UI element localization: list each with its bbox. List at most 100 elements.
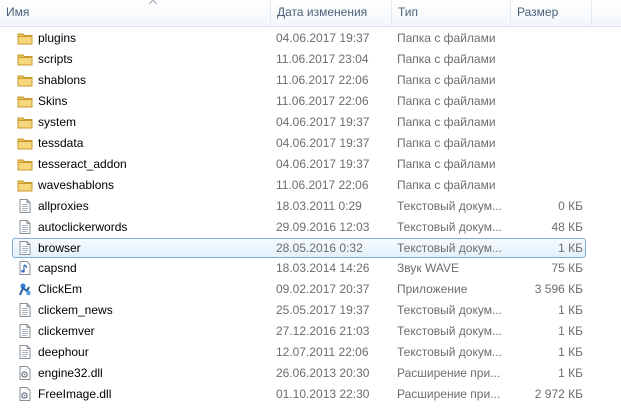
file-date-modified: 12.07.2011 22:06 <box>276 345 369 359</box>
file-name: FreeImage.dll <box>38 387 112 401</box>
folder-icon <box>17 138 33 150</box>
file-date-modified: 11.06.2017 23:04 <box>276 52 369 66</box>
column-header-size[interactable]: Размер <box>511 0 591 26</box>
text-file-icon <box>19 303 31 317</box>
file-date-modified: 26.06.2013 20:30 <box>276 366 370 380</box>
file-type: Текстовый докум... <box>397 324 502 338</box>
file-size: 1 КБ <box>558 345 583 359</box>
file-size: 1 КБ <box>558 324 583 338</box>
file-row[interactable]: clickem_news 25.05.2017 19:37 Текстовый до… <box>12 300 586 320</box>
file-name: Skins <box>38 94 68 108</box>
file-size: 48 КБ <box>551 220 583 234</box>
file-date-modified: 18.03.2011 0:29 <box>276 199 362 213</box>
file-size: 1 КБ <box>558 241 583 255</box>
file-type: Папка с файлами <box>397 31 496 45</box>
file-type: Текстовый докум... <box>397 345 502 359</box>
file-type: Папка с файлами <box>397 52 496 66</box>
file-type: Текстовый докум... <box>397 303 502 317</box>
folder-icon <box>17 180 33 192</box>
file-date-modified: 11.06.2017 22:06 <box>276 73 369 87</box>
text-file-icon <box>19 220 31 234</box>
file-type: Расширение при... <box>397 366 501 380</box>
file-date-modified: 01.10.2013 22:30 <box>276 387 370 401</box>
file-row[interactable]: system 04.06.2017 19:37 Папка с файлами <box>12 112 586 132</box>
file-type: Текстовый докум... <box>397 199 502 213</box>
file-row[interactable]: capsnd 18.03.2014 14:26 Звук WAVE 75 КБ <box>12 258 586 278</box>
folder-icon <box>17 117 33 129</box>
folder-icon <box>17 33 33 45</box>
file-size: 0 КБ <box>558 199 583 213</box>
file-row[interactable]: engine32.dll 26.06.2013 20:30 Расширение п… <box>12 363 586 383</box>
folder-icon <box>17 75 33 87</box>
file-date-modified: 11.06.2017 22:06 <box>276 94 369 108</box>
file-date-modified: 18.03.2014 14:26 <box>276 261 370 275</box>
column-divider[interactable] <box>591 0 592 26</box>
file-row[interactable]: tessdata 04.06.2017 19:37 Папка с файлами <box>12 133 586 153</box>
file-date-modified: 27.12.2016 21:03 <box>276 324 370 338</box>
file-type: Текстовый докум... <box>397 241 502 255</box>
sort-ascending-icon <box>148 0 158 5</box>
text-file-icon <box>19 199 31 213</box>
folder-icon <box>17 54 33 66</box>
file-row[interactable]: scripts 11.06.2017 23:04 Папка с файлами <box>12 49 586 69</box>
file-row[interactable]: ClickEm 09.02.2017 20:37 Приложение 3 596 К… <box>12 279 586 299</box>
file-row[interactable]: browser 28.05.2016 0:32 Текстовый докум...… <box>12 238 586 258</box>
file-row[interactable]: autoclickerwords 29.09.2016 12:03 Текстовы… <box>12 217 586 237</box>
file-type: Текстовый докум... <box>397 220 502 234</box>
text-file-icon <box>19 345 31 359</box>
file-type: Папка с файлами <box>397 94 496 108</box>
column-header: Имя Дата изменения Тип Размер <box>0 0 621 27</box>
file-size: 3 596 КБ <box>534 282 583 296</box>
file-date-modified: 25.05.2017 19:37 <box>276 303 370 317</box>
file-name: ClickEm <box>38 282 82 296</box>
file-date-modified: 04.06.2017 19:37 <box>276 136 370 150</box>
audio-file-icon <box>19 261 31 275</box>
column-header-name[interactable]: Имя <box>0 0 270 26</box>
file-row[interactable]: clickemver 27.12.2016 21:03 Текстовый доку… <box>12 321 586 341</box>
column-header-date[interactable]: Дата изменения <box>271 0 391 26</box>
file-name: engine32.dll <box>38 366 103 380</box>
file-date-modified: 11.06.2017 22:06 <box>276 178 369 192</box>
file-row[interactable]: shablons 11.06.2017 22:06 Папка с файлами <box>12 70 586 90</box>
file-type: Папка с файлами <box>397 136 496 150</box>
file-row[interactable]: Skins 11.06.2017 22:06 Папка с файлами <box>12 91 586 111</box>
file-name: clickem_news <box>38 303 113 317</box>
file-size: 2 972 КБ <box>534 387 583 401</box>
file-name: allproxies <box>38 199 89 213</box>
file-row[interactable]: plugins 04.06.2017 19:37 Папка с файлами <box>12 28 586 48</box>
dll-file-icon <box>19 387 31 401</box>
file-name: system <box>38 115 77 129</box>
file-type: Папка с файлами <box>397 178 496 192</box>
app-icon <box>19 283 31 296</box>
file-date-modified: 04.06.2017 19:37 <box>276 157 370 171</box>
file-name: capsnd <box>38 261 77 275</box>
text-file-icon <box>19 324 31 338</box>
file-date-modified: 28.05.2016 0:32 <box>276 241 363 255</box>
column-header-type[interactable]: Тип <box>392 0 510 26</box>
file-row[interactable]: allproxies 18.03.2011 0:29 Текстовый докум… <box>12 196 586 216</box>
file-type: Приложение <box>397 282 468 296</box>
file-name: shablons <box>38 73 87 87</box>
file-name: autoclickerwords <box>38 220 128 234</box>
file-type: Папка с файлами <box>397 73 496 87</box>
folder-icon <box>17 96 33 108</box>
file-name: tesseract_addon <box>38 157 127 171</box>
file-row[interactable]: deephour 12.07.2011 22:06 Текстовый докум.… <box>12 342 586 362</box>
file-size: 75 КБ <box>551 261 583 275</box>
file-size: 1 КБ <box>558 366 583 380</box>
file-date-modified: 04.06.2017 19:37 <box>276 31 370 45</box>
file-row[interactable]: waveshablons 11.06.2017 22:06 Папка с файл… <box>12 175 586 195</box>
file-row[interactable]: FreeImage.dll 01.10.2013 22:30 Расширение … <box>12 384 586 404</box>
file-name: waveshablons <box>38 178 115 192</box>
file-type: Папка с файлами <box>397 115 496 129</box>
file-name: plugins <box>38 31 77 45</box>
file-row[interactable]: tesseract_addon 04.06.2017 19:37 Папка с ф… <box>12 154 586 174</box>
file-type: Расширение при... <box>397 387 501 401</box>
file-date-modified: 09.02.2017 20:37 <box>276 282 370 296</box>
dll-file-icon <box>19 366 31 380</box>
file-date-modified: 04.06.2017 19:37 <box>276 115 370 129</box>
text-file-icon <box>19 241 31 255</box>
file-name: browser <box>38 241 81 255</box>
file-type: Звук WAVE <box>397 261 459 275</box>
file-name: clickemver <box>38 324 95 338</box>
